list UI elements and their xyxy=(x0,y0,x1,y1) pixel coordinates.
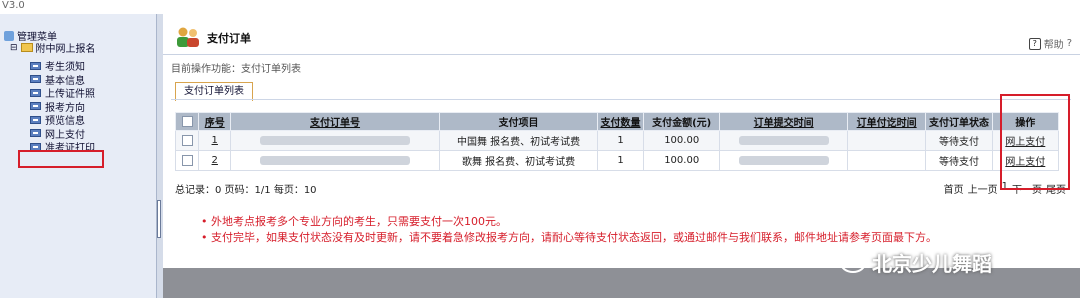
notice-item: 支付完毕，如果支付状态没有及时更新，请不要着急修改报考方向，请耐心等待支付状态返… xyxy=(201,230,937,246)
tree-group[interactable]: ⊟ 附中网上报名 xyxy=(10,40,96,56)
row-amount: 100.00 xyxy=(642,130,721,151)
row-submit-time xyxy=(719,130,848,151)
redacted-time xyxy=(738,135,829,145)
tree-group-label: 附中网上报名 xyxy=(35,44,96,55)
page-icon xyxy=(30,88,41,97)
page-title: 支付订单 xyxy=(207,32,251,45)
row-select-cell[interactable] xyxy=(174,150,200,171)
row-quantity: 1 xyxy=(597,130,644,151)
version-label: V3.0 xyxy=(2,0,25,11)
folder-icon xyxy=(20,43,33,52)
sidebar-item-upload-photo[interactable]: 上传证件照 xyxy=(30,86,95,100)
orders-table: 序号 支付订单号 支付项目 支付数量 支付金额(元) 订单提交时间 订单付讫时间… xyxy=(174,112,1060,171)
notice-list: 外地考点报考多个专业方向的考生，只需要支付一次100元。 支付完毕，如果支付状态… xyxy=(201,214,937,246)
table-header-row: 序号 支付订单号 支付项目 支付数量 支付金额(元) 订单提交时间 订单付讫时间… xyxy=(174,112,1060,131)
collapse-handle[interactable] xyxy=(157,200,161,238)
sidebar-item-basic-info[interactable]: 基本信息 xyxy=(30,73,95,87)
select-all-cell[interactable] xyxy=(174,112,200,131)
col-project: 支付项目 xyxy=(439,112,599,131)
col-paid-time[interactable]: 订单付讫时间 xyxy=(846,112,927,131)
redacted-time xyxy=(738,155,829,165)
highlight-box-actions xyxy=(1000,94,1070,190)
row-index[interactable]: 1 xyxy=(198,130,232,151)
sidebar-splitter[interactable] xyxy=(156,14,163,298)
record-summary: 总记录：0 页码：1/1 每页：10 xyxy=(175,185,317,196)
page-icon xyxy=(30,102,41,111)
table-row: 2 歌舞 报名费、初试考试费 1 100.00 等待支付 网上支付 xyxy=(174,150,1060,171)
row-checkbox[interactable] xyxy=(181,134,193,146)
wechat-logo-icon xyxy=(840,252,866,273)
select-all-checkbox[interactable] xyxy=(181,115,193,127)
row-project: 歌舞 报名费、初试考试费 xyxy=(439,150,599,171)
watermark-label: 北京少儿舞蹈 xyxy=(872,252,992,276)
sidebar-item-direction[interactable]: 报考方向 xyxy=(30,100,95,114)
row-status: 等待支付 xyxy=(925,150,993,171)
redacted-order-no xyxy=(260,155,411,165)
top-strip xyxy=(0,0,1080,14)
page-icon xyxy=(30,115,41,124)
sidebar-item-notice[interactable]: 考生须知 xyxy=(30,59,95,73)
page-icon xyxy=(30,61,41,70)
pager-first[interactable]: 首页 xyxy=(944,181,964,196)
sidebar: 管理菜单 ⊟ 附中网上报名 考生须知 基本信息 上传证件照 报考方向 预览信息 … xyxy=(0,14,157,298)
col-submit-time[interactable]: 订单提交时间 xyxy=(719,112,848,131)
sidebar-item-preview[interactable]: 预览信息 xyxy=(30,113,95,127)
redacted-order-no xyxy=(260,135,411,145)
row-order-no xyxy=(230,130,441,151)
pager-prev[interactable]: 上一页 xyxy=(968,181,998,196)
row-submit-time xyxy=(719,150,848,171)
notice-item: 外地考点报考多个专业方向的考生，只需要支付一次100元。 xyxy=(201,214,937,230)
row-select-cell[interactable] xyxy=(174,130,200,151)
users-icon xyxy=(177,27,199,47)
page-icon xyxy=(30,75,41,84)
row-amount: 100.00 xyxy=(642,150,721,171)
tab-divider xyxy=(171,99,1071,100)
row-checkbox[interactable] xyxy=(181,154,193,166)
watermark: 北京少儿舞蹈 xyxy=(840,248,992,277)
title-bar: 支付订单 ? 帮助 ? xyxy=(163,14,1080,55)
page-icon xyxy=(30,129,41,138)
col-status: 支付订单状态 xyxy=(925,112,993,131)
row-project: 中国舞 报名费、初试考试费 xyxy=(439,130,599,151)
help-link[interactable]: ? 帮助 ? xyxy=(1028,36,1072,51)
row-status: 等待支付 xyxy=(925,130,993,151)
collapse-minus-icon: ⊟ xyxy=(10,42,18,53)
row-quantity: 1 xyxy=(597,150,644,171)
help-suffix: ? xyxy=(1066,38,1072,49)
row-order-no xyxy=(230,150,441,171)
breadcrumb: 目前操作功能：支付订单列表 xyxy=(171,64,301,75)
help-icon: ? xyxy=(1028,37,1041,50)
row-paid-time xyxy=(846,130,927,151)
highlight-box-sidebar xyxy=(18,150,104,168)
col-amount: 支付金额(元) xyxy=(642,112,721,131)
sidebar-item-online-payment[interactable]: 网上支付 xyxy=(30,127,95,141)
help-label: 帮助 xyxy=(1043,40,1064,51)
col-quantity[interactable]: 支付数量 xyxy=(597,112,644,131)
col-order-no[interactable]: 支付订单号 xyxy=(230,112,441,131)
menu-root-icon xyxy=(4,30,14,41)
table-row: 1 中国舞 报名费、初试考试费 1 100.00 等待支付 网上支付 xyxy=(174,130,1060,151)
row-paid-time xyxy=(846,150,927,171)
col-index[interactable]: 序号 xyxy=(198,112,232,131)
row-index[interactable]: 2 xyxy=(198,150,232,171)
